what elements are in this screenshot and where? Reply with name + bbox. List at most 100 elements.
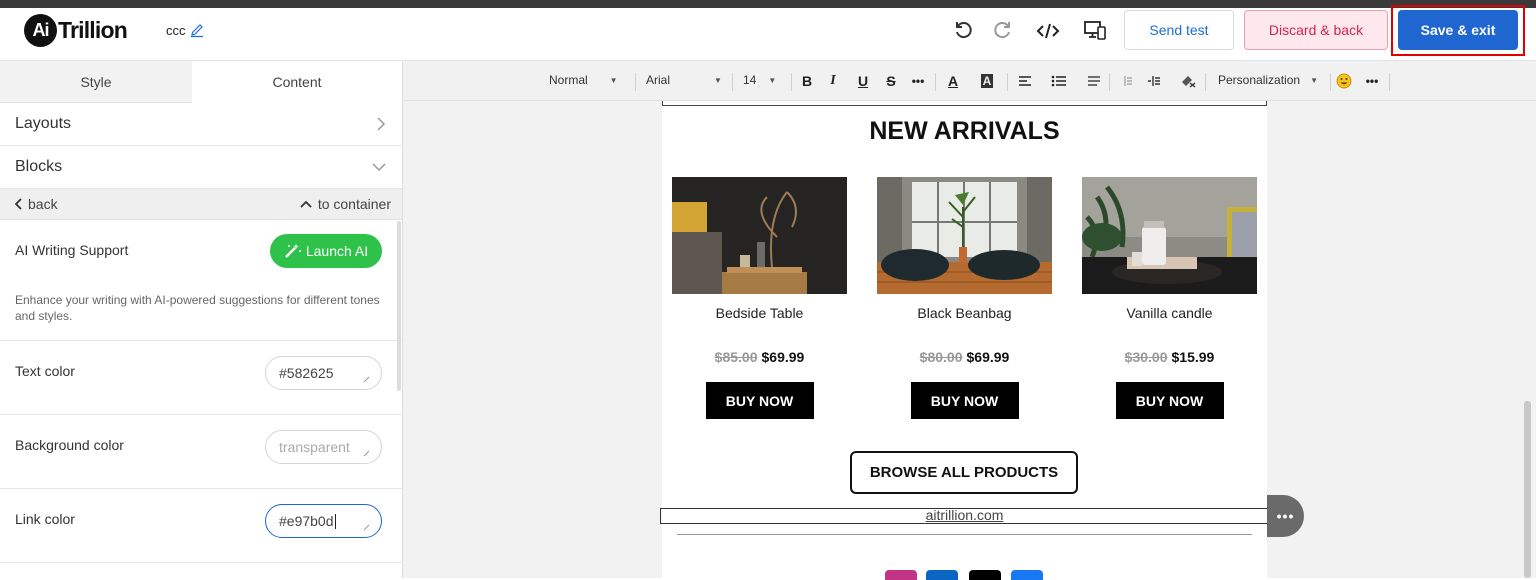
document-name[interactable]: ccc (166, 22, 205, 38)
block-options-button[interactable]: ••• (1267, 495, 1304, 537)
color-picker-icon[interactable] (363, 375, 371, 383)
logo[interactable]: Ai Trillion (24, 14, 128, 47)
send-test-button[interactable]: Send test (1124, 10, 1234, 50)
underline-icon[interactable]: U (854, 72, 872, 90)
align-left-icon[interactable] (1016, 72, 1034, 90)
document-name-text: ccc (166, 22, 186, 38)
chevron-down-icon (372, 163, 386, 172)
buy-now-button[interactable]: BUY NOW (1115, 382, 1224, 419)
blocks-accordion[interactable]: Blocks (0, 146, 402, 189)
font-size-select[interactable]: 14 ▼ (743, 73, 776, 87)
paragraph-format-value: Normal (549, 73, 588, 87)
instagram-icon[interactable] (885, 570, 917, 580)
product-card[interactable]: Black Beanbag $80.00 $69.99 BUY NOW (877, 177, 1052, 419)
strikethrough-icon[interactable]: S (882, 72, 900, 90)
toolbar-separator (935, 73, 936, 91)
old-price: $85.00 (714, 349, 758, 365)
link-color-value: #e97b0d (279, 513, 334, 529)
text-color-icon[interactable]: A (944, 72, 962, 90)
text-cursor (334, 513, 336, 529)
magic-wand-icon (284, 244, 301, 258)
tab-style[interactable]: Style (0, 61, 192, 103)
email-divider (677, 534, 1252, 535)
personalization-select[interactable]: Personalization ▼ (1218, 73, 1318, 87)
launch-ai-button[interactable]: Launch AI (270, 234, 382, 268)
product-image-black-beanbag[interactable] (877, 177, 1052, 294)
background-color-input[interactable]: transparent (265, 430, 382, 464)
properties-sidebar: Style Content Layouts Blocks back to con… (0, 61, 403, 578)
toolbar-separator (732, 73, 733, 91)
logo-badge: Ai (24, 14, 57, 47)
buy-now-button[interactable]: BUY NOW (910, 382, 1019, 419)
font-family-select[interactable]: Arial ▼ (646, 73, 722, 87)
to-container-link[interactable]: to container (300, 196, 391, 212)
save-exit-button[interactable]: Save & exit (1398, 10, 1518, 50)
font-family-value: Arial (646, 73, 671, 87)
back-label: back (28, 196, 58, 212)
linkedin-icon[interactable] (926, 570, 958, 580)
blocks-label: Blocks (15, 158, 63, 175)
caret-down-icon: ▼ (768, 75, 777, 85)
product-card[interactable]: Vanilla candle $30.00 $15.99 BUY NOW (1082, 177, 1257, 419)
emoji-icon[interactable] (1335, 72, 1353, 90)
tab-content[interactable]: Content (192, 61, 402, 103)
discard-back-button[interactable]: Discard & back (1244, 10, 1388, 50)
ai-writing-title: AI Writing Support (15, 242, 129, 258)
more-options-icon[interactable]: ••• (1363, 72, 1381, 90)
sidebar-tabs: Style Content (0, 61, 402, 103)
chevron-right-icon (377, 117, 386, 131)
text-color-label: Text color (15, 363, 75, 379)
sidebar-scrollbar[interactable] (397, 221, 401, 391)
toolbar-separator (791, 73, 792, 91)
background-color-placeholder: transparent (279, 439, 350, 455)
product-price: $30.00 $15.99 (1082, 349, 1257, 365)
email-body: NEW ARRIVALS Bedside Table $85.00 $69.99 … (660, 101, 1268, 580)
ai-writing-section: AI Writing Support Launch AI Enhance you… (0, 220, 402, 341)
canvas-scrollbar[interactable] (1524, 401, 1531, 578)
toolbar-separator (1330, 73, 1331, 91)
link-color-label: Link color (15, 511, 75, 527)
launch-ai-label: Launch AI (305, 243, 369, 259)
previous-block-outline (662, 101, 1267, 106)
undo-icon[interactable] (950, 18, 976, 44)
text-color-input[interactable]: #582625 (265, 356, 382, 390)
browse-all-products-button[interactable]: BROWSE ALL PRODUCTS (850, 451, 1078, 494)
italic-icon[interactable]: I (824, 72, 842, 90)
color-picker-icon[interactable] (363, 523, 371, 531)
email-heading[interactable]: NEW ARRIVALS (662, 117, 1267, 146)
redo-icon[interactable] (990, 18, 1016, 44)
text-color-row: Text color #582625 (0, 341, 402, 415)
back-link[interactable]: back (14, 196, 58, 212)
product-image-bedside-table[interactable] (672, 177, 847, 294)
old-price: $30.00 (1124, 349, 1168, 365)
indent-icon[interactable] (1145, 72, 1163, 90)
window-top-strip (0, 0, 1536, 8)
buy-now-button[interactable]: BUY NOW (705, 382, 814, 419)
toolbar-separator (1109, 73, 1110, 91)
product-card[interactable]: Bedside Table $85.00 $69.99 BUY NOW (672, 177, 847, 419)
link-color-input[interactable]: #e97b0d (265, 504, 382, 538)
bold-icon[interactable]: B (798, 72, 816, 90)
facebook-icon[interactable] (1011, 570, 1043, 580)
product-image-vanilla-candle[interactable] (1082, 177, 1257, 294)
product-name: Vanilla candle (1126, 305, 1213, 321)
outdent-icon[interactable] (1117, 72, 1135, 90)
background-color-icon[interactable]: A (978, 72, 996, 90)
color-picker-icon[interactable] (363, 449, 371, 457)
pencil-icon[interactable] (189, 22, 205, 38)
more-text-options-icon[interactable]: ••• (909, 72, 927, 90)
website-link[interactable]: aitrillion.com (662, 507, 1267, 523)
toolbar-separator (1007, 73, 1008, 91)
clear-format-icon[interactable] (1179, 72, 1197, 90)
toolbar-separator (1205, 73, 1206, 91)
bulleted-list-icon[interactable] (1050, 72, 1068, 90)
toolbar-separator (1389, 73, 1390, 91)
ai-writing-description: Enhance your writing with AI-powered sug… (15, 293, 380, 323)
x-icon[interactable] (969, 570, 1001, 580)
logo-text: Trillion (58, 17, 128, 43)
paragraph-icon[interactable] (1085, 72, 1103, 90)
paragraph-format-select[interactable]: Normal ▼ (549, 73, 618, 87)
layouts-accordion[interactable]: Layouts (0, 103, 402, 146)
code-icon[interactable] (1035, 18, 1061, 44)
device-preview-icon[interactable] (1082, 18, 1108, 44)
